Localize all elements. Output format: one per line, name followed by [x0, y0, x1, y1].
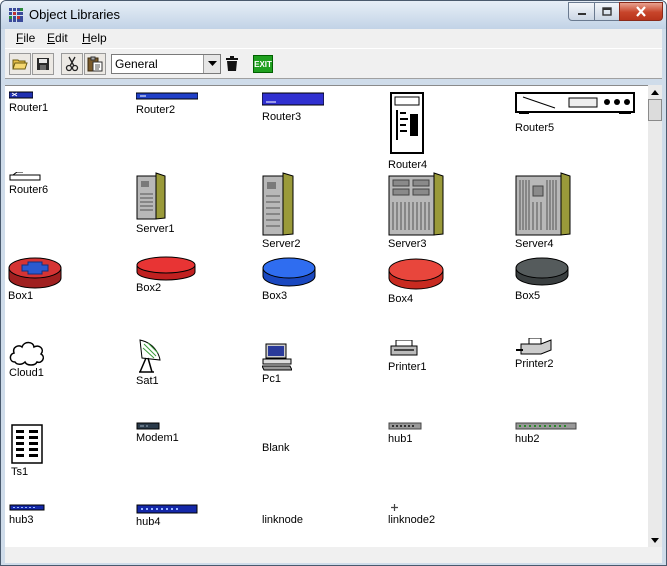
title-bar[interactable]: Object Libraries: [1, 1, 666, 29]
close-button[interactable]: [619, 2, 663, 21]
hub-icon: [515, 422, 577, 430]
chevron-down-icon: [207, 61, 217, 66]
printer-icon: [516, 338, 552, 355]
object-label: Ts1: [11, 466, 29, 478]
pc-icon: [262, 343, 292, 371]
vertical-scrollbar[interactable]: [648, 85, 662, 547]
router-icon: [262, 92, 324, 106]
object-label: Box5: [515, 290, 541, 302]
modem-icon: [136, 422, 160, 430]
router-icon: [390, 92, 424, 154]
object-label: Cloud1: [9, 367, 44, 379]
object-label: Router3: [262, 111, 302, 123]
toolbar: General EXIT: [5, 48, 662, 79]
satellite-dish-icon: [139, 339, 161, 373]
library-select-value: General: [115, 57, 158, 71]
open-button[interactable]: [9, 53, 31, 75]
object-label: Server3: [388, 238, 427, 250]
status-strip: [5, 547, 662, 563]
object-label: Modem1: [136, 432, 179, 444]
scroll-down-button[interactable]: [648, 533, 662, 547]
cloud-icon: [9, 341, 44, 366]
object-libraries-window: Object Libraries File Edit Help General …: [0, 0, 667, 566]
router-icon: [9, 91, 33, 99]
minimize-button[interactable]: [568, 2, 595, 21]
object-label: hub1: [388, 433, 413, 445]
object-label: Server1: [136, 223, 175, 235]
maximize-icon: [602, 6, 612, 16]
object-label: Router6: [9, 184, 49, 196]
object-label: Router4: [388, 159, 428, 171]
delete-button[interactable]: [221, 53, 243, 75]
menu-help[interactable]: Help: [82, 31, 107, 45]
exit-button[interactable]: EXIT: [253, 55, 273, 73]
object-label: Router5: [515, 122, 555, 134]
open-folder-icon: [12, 59, 28, 70]
object-label: hub4: [136, 516, 161, 528]
close-icon: [636, 6, 646, 17]
grid-icon: [9, 8, 23, 22]
menu-edit[interactable]: Edit: [47, 31, 68, 45]
terminal-server-icon: [11, 424, 43, 464]
box-cylinder-icon: [262, 257, 316, 287]
node-point-icon: [391, 504, 398, 511]
object-label: Printer2: [515, 358, 554, 370]
window-title: Object Libraries: [29, 7, 121, 22]
printer-icon: [390, 340, 418, 356]
server-icon: [515, 172, 571, 236]
object-label: Box2: [136, 282, 162, 294]
box-cylinder-icon: [515, 257, 569, 286]
menu-file[interactable]: File: [16, 31, 35, 45]
object-label: Server4: [515, 238, 554, 250]
hub-icon: [388, 422, 422, 430]
object-label: linknode2: [388, 514, 436, 526]
object-label: Box3: [262, 290, 288, 302]
scroll-up-button[interactable]: [648, 85, 662, 99]
object-label: hub3: [9, 514, 34, 526]
cut-button[interactable]: [61, 53, 83, 75]
object-grid: Router1 Router2 Router3 Router4 Router5 …: [5, 85, 648, 548]
library-select[interactable]: General: [111, 54, 221, 74]
cut-icon: [65, 56, 79, 72]
object-label: Blank: [262, 442, 290, 454]
paste-icon: [87, 56, 103, 72]
router-icon: [136, 92, 198, 100]
minimize-icon: [577, 12, 586, 15]
object-label: Router1: [9, 102, 49, 114]
paste-button[interactable]: [84, 53, 106, 75]
server-icon: [136, 172, 166, 220]
box-cylinder-icon: [388, 258, 444, 290]
arrow-up-icon: [651, 89, 659, 95]
box-cylinder-icon: [136, 256, 196, 281]
server-icon: [388, 172, 444, 236]
save-button[interactable]: [32, 53, 54, 75]
maximize-button[interactable]: [594, 2, 620, 21]
menu-bar: File Edit Help: [5, 29, 662, 48]
object-label: Sat1: [136, 375, 159, 387]
arrow-down-icon: [651, 537, 659, 543]
router-icon: [9, 172, 41, 181]
save-icon: [37, 58, 49, 70]
hub-icon: [136, 504, 198, 514]
object-label: Router2: [136, 104, 176, 116]
server-icon: [262, 172, 294, 236]
hub-icon: [9, 504, 45, 511]
object-label: linknode: [262, 514, 303, 526]
object-label: Printer1: [388, 361, 427, 373]
object-label: Box1: [8, 290, 34, 302]
object-label: hub2: [515, 433, 540, 445]
object-label: Pc1: [262, 373, 281, 385]
object-label: Box4: [388, 293, 414, 305]
library-select-toggle[interactable]: [203, 55, 220, 73]
trash-icon: [226, 56, 238, 71]
box-cylinder-icon: [8, 257, 62, 289]
router-icon: [515, 92, 635, 114]
scroll-thumb[interactable]: [648, 99, 662, 121]
object-label: Server2: [262, 238, 301, 250]
